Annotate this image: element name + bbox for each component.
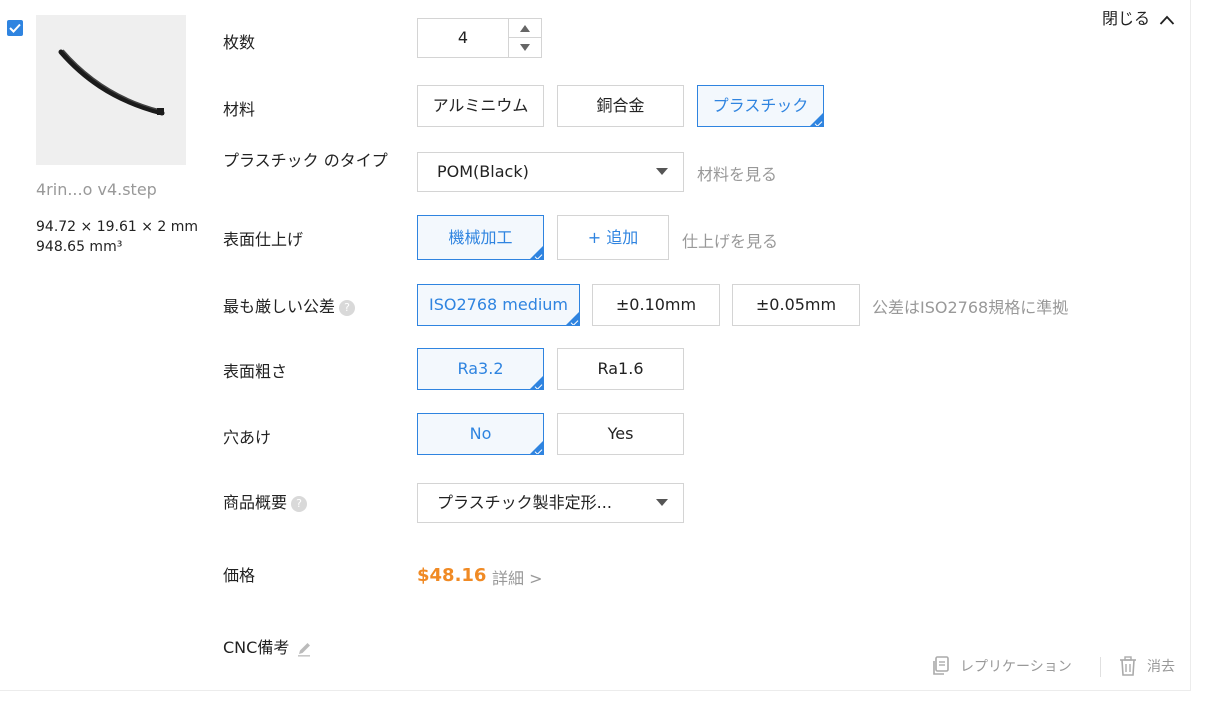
decrement-button[interactable] [509, 38, 541, 57]
finish-option-machined-label: 機械加工 [448, 228, 513, 247]
part-dimensions-block: 94.72 × 19.61 × 2 mm 948.65 mm³ [36, 217, 198, 257]
tolerance-label: 最も厳しい公差 [223, 297, 336, 316]
material-option-plastic[interactable]: プラスチック [697, 85, 824, 127]
collapse-label: 閉じる [1102, 9, 1151, 28]
part-dimensions: 94.72 × 19.61 × 2 mm [36, 219, 199, 235]
quantity-label: 枚数 [223, 33, 256, 52]
replicate-label: レプリケーション [960, 659, 1072, 675]
collapse-button[interactable]: 閉じる [1102, 5, 1175, 29]
tolerance-label-wrap: 最も厳しい公差? [223, 293, 356, 317]
copy-icon [933, 656, 949, 675]
price-value: $48.16 [417, 565, 487, 586]
view-finishes-link[interactable]: 仕上げを見る [682, 228, 778, 252]
drilling-option-yes[interactable]: Yes [557, 413, 684, 455]
tolerance-option-iso2768-label: ISO2768 medium [428, 295, 569, 314]
selected-check-icon [534, 252, 543, 259]
view-materials-link[interactable]: 材料を見る [697, 161, 777, 185]
action-divider [1100, 657, 1101, 677]
product-summary-label: 商品概要 [223, 493, 288, 512]
add-finish-button[interactable]: + 追加 [557, 215, 669, 260]
pencil-icon[interactable] [296, 641, 312, 657]
selected-check-icon [570, 318, 579, 325]
caret-up-icon [520, 24, 530, 32]
help-icon[interactable]: ? [339, 299, 356, 316]
price-detail-link[interactable]: 詳細 > [492, 565, 543, 589]
stepper-buttons [508, 19, 541, 57]
part-filename: 4rin...o v4.step [36, 180, 157, 199]
part-config-card: 4rin...o v4.step 94.72 × 19.61 × 2 mm 94… [0, 0, 1191, 691]
tolerance-option-010[interactable]: ±0.10mm [592, 284, 720, 326]
roughness-label: 表面粗さ [223, 362, 288, 381]
cnc-note-label: CNC備考 [223, 638, 290, 657]
finish-option-machined[interactable]: 機械加工 [417, 215, 544, 260]
material-option-plastic-label: プラスチック [712, 96, 809, 115]
increment-button[interactable] [509, 19, 541, 38]
part-volume: 948.65 mm³ [36, 239, 123, 255]
tolerance-option-005[interactable]: ±0.05mm [732, 284, 860, 326]
delete-label: 消去 [1147, 659, 1175, 675]
price-label: 価格 [223, 566, 256, 585]
surface-finish-label: 表面仕上げ [223, 230, 304, 249]
roughness-option-ra16[interactable]: Ra1.6 [557, 348, 684, 390]
product-summary-label-wrap: 商品概要? [223, 489, 308, 513]
chevron-up-icon [1159, 15, 1175, 25]
drilling-option-no-label: No [469, 424, 492, 443]
selected-check-icon [534, 447, 543, 454]
trash-icon [1120, 656, 1136, 676]
cnc-note-row[interactable]: CNC備考 [223, 634, 312, 658]
plastic-type-value: POM(Black) [437, 162, 529, 181]
replicate-button[interactable]: レプリケーション [932, 656, 1072, 676]
part-select-checkbox[interactable] [7, 20, 23, 36]
material-label: 材料 [223, 100, 256, 119]
selected-check-icon [534, 382, 543, 389]
quantity-stepper[interactable]: 4 [417, 18, 542, 58]
product-summary-select[interactable]: プラスチック製非定形... [417, 483, 684, 523]
plastic-type-select[interactable]: POM(Black) [417, 152, 684, 192]
plastic-type-label: プラスチック のタイプ [223, 151, 388, 170]
delete-button[interactable]: 消去 [1119, 656, 1175, 676]
selected-check-icon [814, 119, 823, 126]
drilling-label: 穴あけ [223, 428, 272, 447]
caret-down-icon [520, 44, 530, 51]
caret-down-icon [656, 499, 668, 506]
roughness-option-ra32-label: Ra3.2 [457, 359, 504, 378]
part-thumbnail[interactable] [36, 15, 186, 165]
material-option-aluminum[interactable]: アルミニウム [417, 85, 544, 127]
quantity-value[interactable]: 4 [418, 19, 508, 57]
material-option-copper[interactable]: 銅合金 [557, 85, 684, 127]
help-icon[interactable]: ? [291, 495, 308, 512]
product-summary-value: プラスチック製非定形... [437, 493, 612, 512]
tolerance-option-iso2768[interactable]: ISO2768 medium [417, 284, 580, 326]
tolerance-hint: 公差はISO2768規格に準拠 [872, 298, 1069, 317]
caret-down-icon [656, 168, 668, 175]
roughness-option-ra32[interactable]: Ra3.2 [417, 348, 544, 390]
drilling-option-no[interactable]: No [417, 413, 544, 455]
